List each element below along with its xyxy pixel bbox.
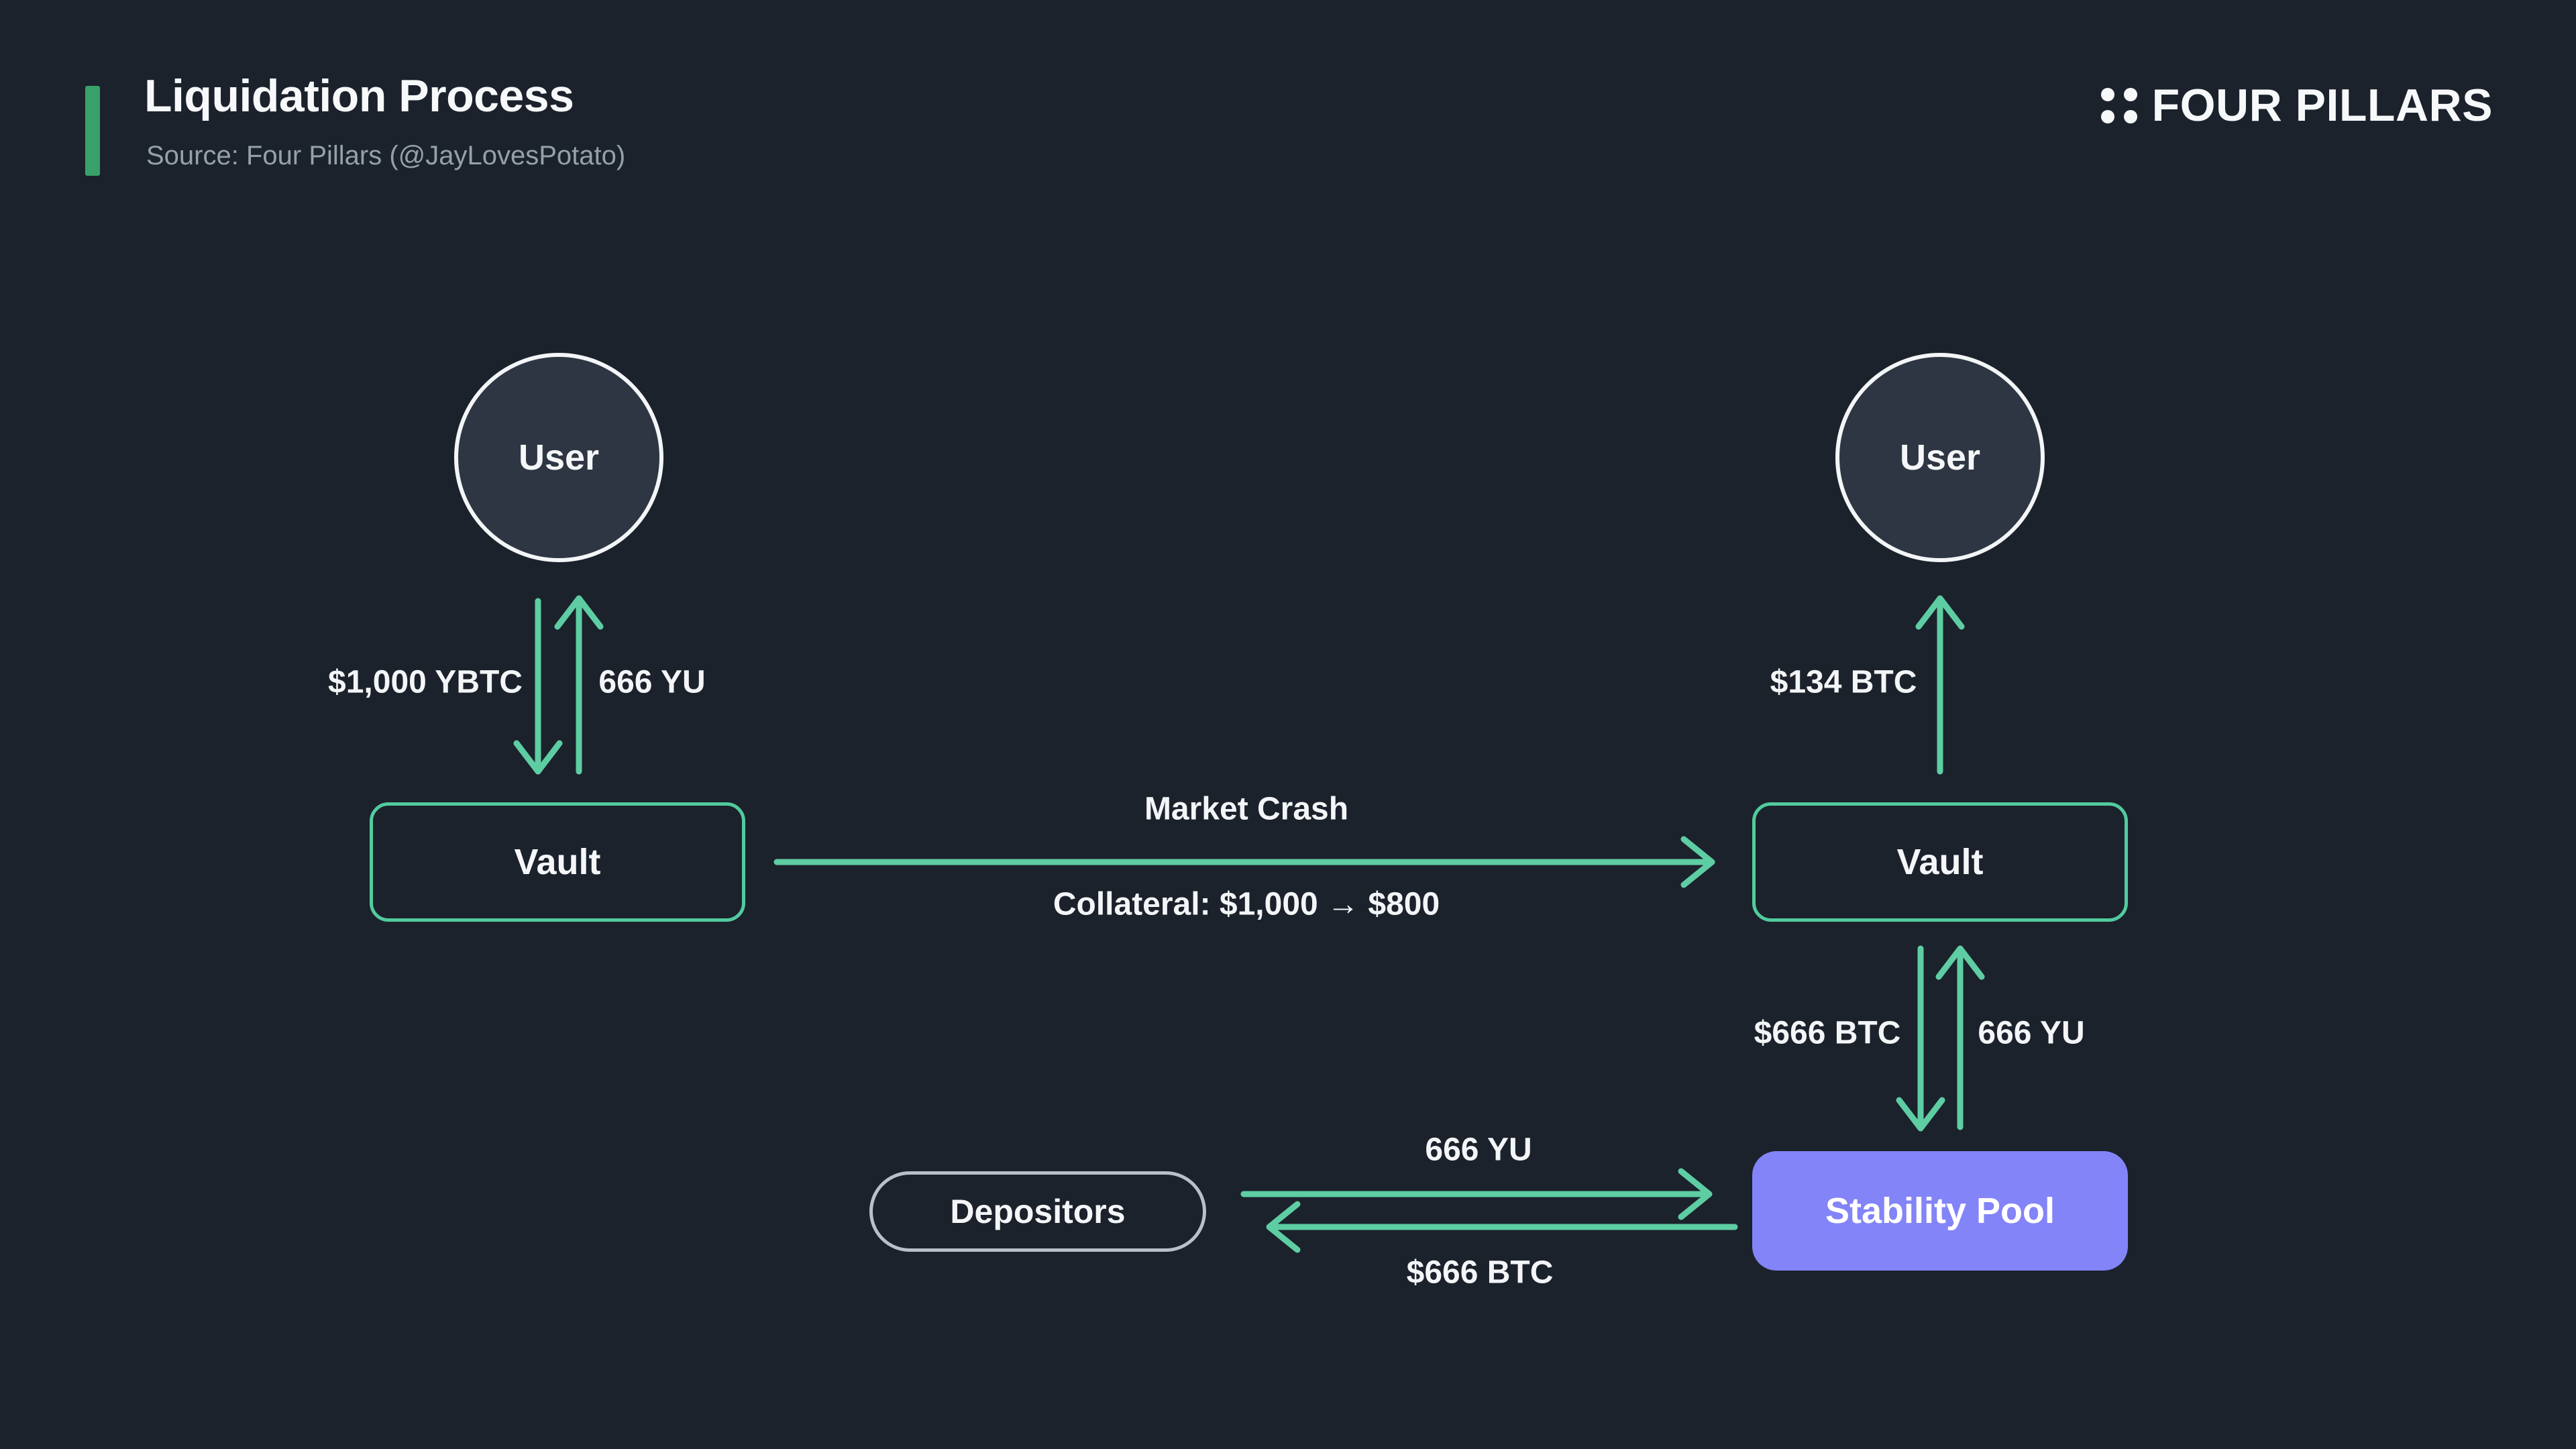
label-market-crash: Market Crash xyxy=(1144,791,1348,828)
page-title: Liquidation Process xyxy=(144,71,574,121)
arrow-market-crash xyxy=(777,839,1712,885)
label-depositors-receive-btc: $666 BTC xyxy=(1407,1254,1554,1291)
diagram-arrows xyxy=(0,0,2576,1449)
node-depositors: Depositors xyxy=(869,1171,1206,1252)
label-collateral-drop: Collateral: $1,000 → $800 xyxy=(1053,886,1440,923)
brand-name: FOUR PILLARS xyxy=(2152,79,2493,131)
label-depositors-deposit-yu: 666 YU xyxy=(1425,1132,1532,1169)
label-liquidated-collateral: $666 BTC xyxy=(1754,1015,1901,1052)
node-vault-left: Vault xyxy=(370,802,745,922)
arrow-pool-to-depositors xyxy=(1269,1204,1735,1250)
title-accent-bar xyxy=(85,86,100,176)
label-burned-yu-right: 666 YU xyxy=(1978,1015,2084,1052)
label-mint-yu-left: 666 YU xyxy=(598,664,705,701)
brand-logo: FOUR PILLARS xyxy=(2101,75,2493,136)
node-vault-right: Vault xyxy=(1752,802,2128,922)
label-deposit-collateral: $1,000 YBTC xyxy=(328,664,523,701)
label-remaining-collateral: $134 BTC xyxy=(1770,664,1917,701)
arrow-vault-to-user-right xyxy=(1919,598,1962,771)
node-user-left: User xyxy=(454,353,663,562)
node-user-right: User xyxy=(1835,353,2045,562)
arrow-user-to-vault-left xyxy=(517,601,559,771)
node-stability-pool: Stability Pool xyxy=(1752,1151,2128,1271)
page-subtitle: Source: Four Pillars (@JayLovesPotato) xyxy=(146,141,625,170)
arrow-vault-to-pool xyxy=(1899,949,1942,1128)
diagram-canvas: Liquidation Process Source: Four Pillars… xyxy=(0,0,2576,1449)
four-dots-icon xyxy=(2101,88,2137,123)
arrow-pool-to-vault xyxy=(1939,949,1982,1127)
arrow-depositors-to-pool xyxy=(1244,1171,1709,1217)
arrow-vault-to-user-left xyxy=(557,598,600,771)
